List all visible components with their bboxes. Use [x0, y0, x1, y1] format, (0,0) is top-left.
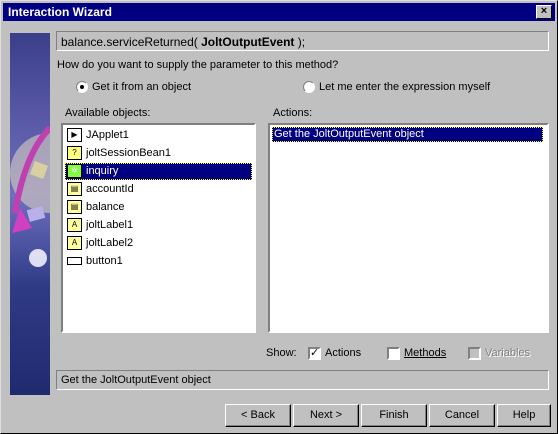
list-item[interactable]: Get the JoltOutputEvent object: [272, 127, 543, 142]
signature-suffix: );: [294, 35, 306, 49]
label-icon: A: [67, 218, 82, 232]
button-icon: [67, 257, 82, 265]
signature-prefix: balance.serviceReturned(: [61, 35, 198, 49]
title-bar[interactable]: Interaction Wizard ×: [3, 3, 555, 21]
method-signature-field: balance.serviceReturned( JoltOutputEvent…: [56, 31, 549, 51]
list-item[interactable]: ▶ JApplet1: [65, 127, 252, 144]
help-button[interactable]: Help: [497, 404, 551, 427]
show-actions-checkbox[interactable]: ✓: [308, 347, 321, 360]
list-item[interactable]: ▤ accountId: [65, 181, 252, 198]
actions-list[interactable]: Get the JoltOutputEvent object: [268, 123, 549, 333]
show-variables-checkbox: [468, 347, 481, 360]
cancel-button[interactable]: Cancel: [429, 404, 495, 427]
back-button[interactable]: < Back: [225, 404, 291, 427]
available-objects-list[interactable]: ▶ JApplet1 ? joltSessionBean1 ✲ inquiry …: [61, 123, 256, 333]
applet-icon: ▶: [67, 128, 82, 142]
action-description-field: Get the JoltOutputEvent object: [56, 370, 549, 390]
list-item[interactable]: button1: [65, 253, 252, 270]
list-item[interactable]: ✲ inquiry: [65, 163, 252, 180]
show-label: Show:: [266, 347, 297, 359]
field-icon: ▤: [67, 182, 82, 196]
object-name: balance: [86, 201, 125, 213]
next-button[interactable]: Next >: [293, 404, 359, 427]
finish-button[interactable]: Finish: [361, 404, 427, 427]
bean-icon: ✲: [67, 164, 82, 178]
actions-label: Actions:: [273, 107, 313, 119]
radio-get-from-object-label[interactable]: Get it from an object: [92, 81, 191, 93]
object-name: button1: [86, 255, 123, 267]
object-name: accountId: [86, 183, 134, 195]
close-icon: ×: [540, 5, 548, 17]
list-item[interactable]: A joltLabel2: [65, 235, 252, 252]
object-name: joltLabel2: [86, 237, 134, 249]
signature-param: JoltOutputEvent: [197, 35, 295, 49]
close-button[interactable]: ×: [536, 5, 552, 19]
object-name: inquiry: [86, 165, 119, 177]
object-name: joltSessionBean1: [86, 147, 172, 159]
radio-enter-expression-label[interactable]: Let me enter the expression myself: [319, 81, 490, 93]
wizard-graphic-icon: [10, 125, 50, 267]
supply-prompt: How do you want to supply the parameter …: [57, 59, 339, 71]
radio-get-from-object[interactable]: [76, 81, 88, 93]
show-actions-label[interactable]: Actions: [325, 347, 361, 359]
available-objects-label: Available objects:: [65, 107, 151, 119]
list-item[interactable]: ? joltSessionBean1: [65, 145, 252, 162]
window-title: Interaction Wizard: [8, 5, 112, 19]
wizard-side-image: [10, 33, 50, 395]
interaction-wizard-window: Interaction Wizard × balance.serviceRetu…: [0, 0, 558, 434]
list-item[interactable]: A joltLabel1: [65, 217, 252, 234]
show-methods-label[interactable]: Methods: [404, 347, 446, 359]
object-name: JApplet1: [86, 129, 129, 141]
label-icon: A: [67, 236, 82, 250]
list-item[interactable]: ▤ balance: [65, 199, 252, 216]
bean-icon: ?: [67, 146, 82, 160]
field-icon: ▤: [67, 200, 82, 214]
object-name: joltLabel1: [86, 219, 134, 231]
show-variables-label: Variables: [485, 347, 531, 359]
show-methods-checkbox[interactable]: [387, 347, 400, 360]
radio-enter-expression[interactable]: [303, 81, 315, 93]
